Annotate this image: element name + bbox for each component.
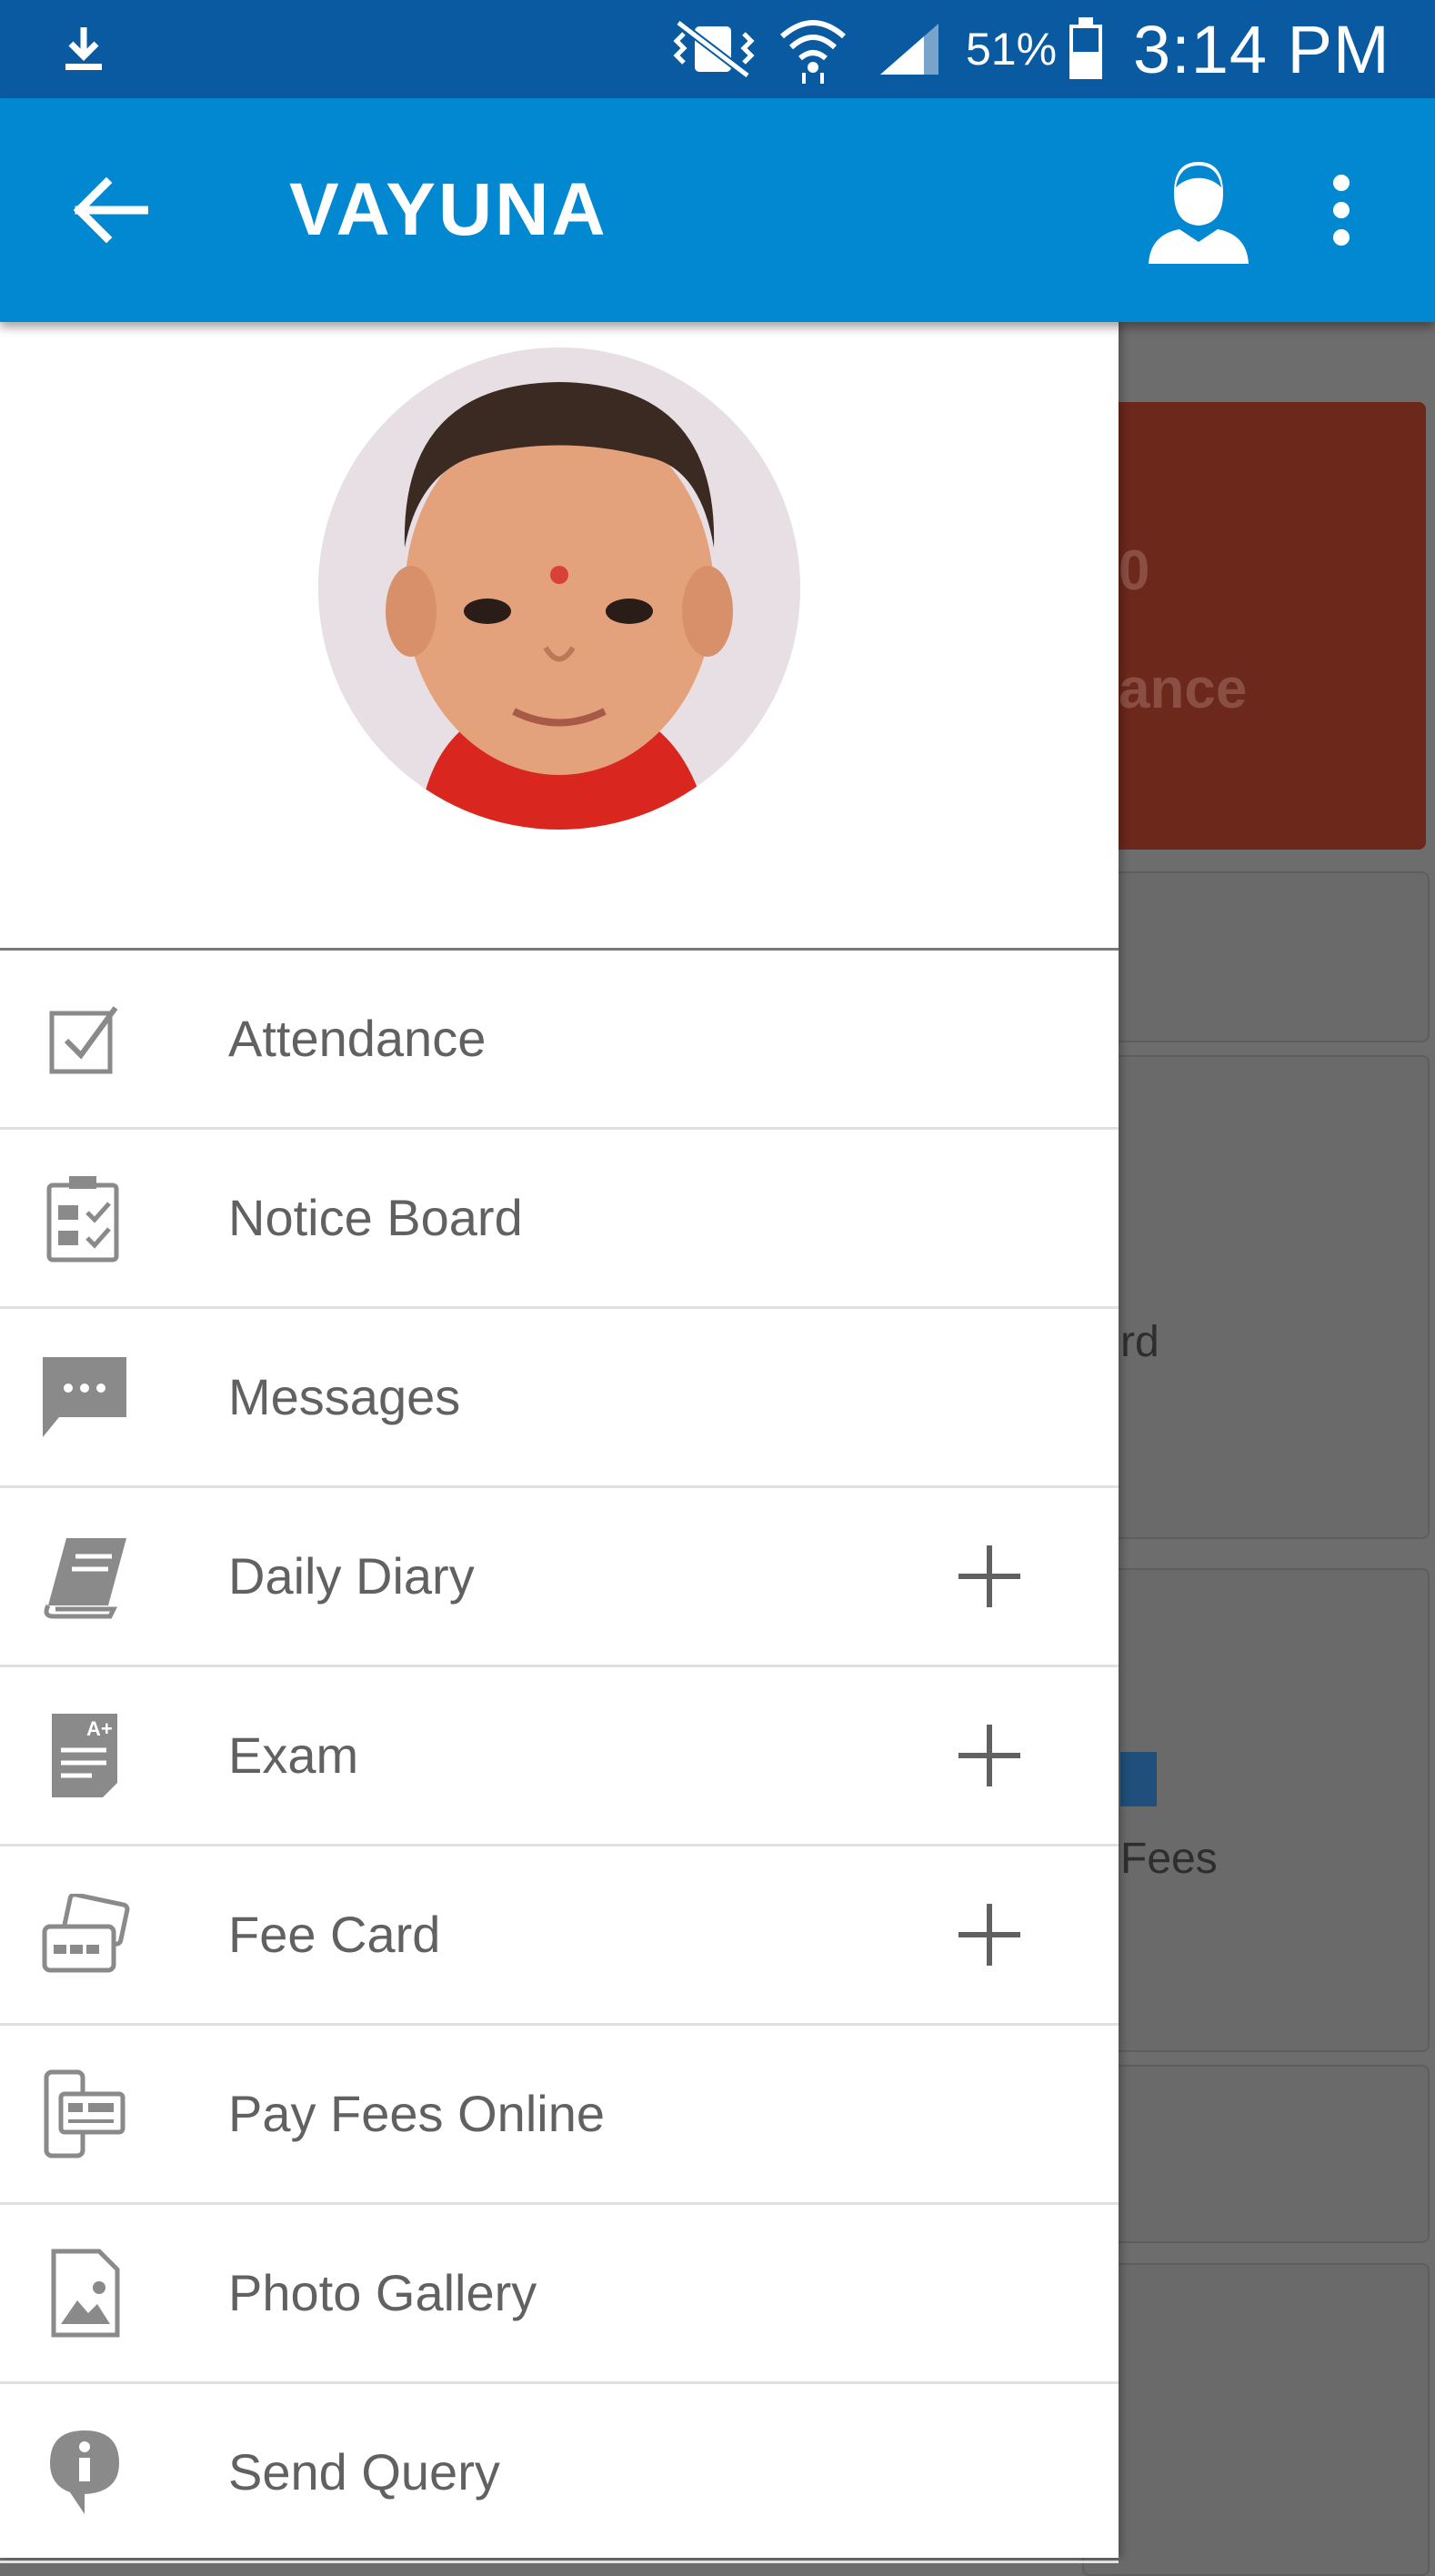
background-card-5[interactable] [1082, 2065, 1430, 2243]
notice-board-card[interactable]: rd [1082, 1055, 1430, 1539]
notice-board-icon [35, 1168, 135, 1268]
app-bar: VAYUNA [0, 98, 1435, 322]
wifi-icon [777, 0, 849, 98]
pay-fees-card-label: Fees [1120, 1835, 1218, 1883]
menu-item-attendance[interactable]: Attendance [0, 951, 1119, 1130]
more-options-icon[interactable] [1310, 98, 1373, 322]
expand-plus-icon[interactable] [953, 1898, 1026, 1971]
back-arrow-icon[interactable] [55, 98, 164, 322]
vibrate-mute-icon [664, 0, 764, 98]
menu-item-label: Messages [228, 1368, 461, 1425]
student-avatar[interactable] [318, 347, 800, 830]
svg-text:A+: A+ [86, 1717, 113, 1740]
status-bar: 51% 3:14 PM [0, 0, 1435, 98]
info-query-icon [35, 2422, 135, 2522]
attendance-card-label: ance [1119, 658, 1248, 720]
fee-card-icon [35, 1885, 135, 1985]
expand-plus-icon[interactable] [953, 1540, 1026, 1613]
menu-item-label: Exam [228, 1726, 359, 1784]
menu-item-label: Fee Card [228, 1906, 441, 1963]
battery-percent: 51% [966, 24, 1058, 75]
drawer-header [0, 322, 1119, 950]
menu-item-photo-gallery[interactable]: Photo Gallery [0, 2205, 1119, 2384]
menu-item-messages[interactable]: Messages [0, 1309, 1119, 1488]
expand-plus-icon[interactable] [953, 1719, 1026, 1792]
pay-fees-card[interactable]: Fees [1082, 1568, 1430, 2052]
check-square-icon [35, 989, 135, 1089]
pay-online-icon [35, 2064, 135, 2164]
app-title: VAYUNA [289, 168, 608, 251]
menu-item-send-query[interactable]: Send Query [0, 2384, 1119, 2563]
clock: 3:14 PM [1133, 11, 1390, 87]
download-icon [56, 0, 111, 98]
menu-item-label: Send Query [228, 2443, 500, 2501]
menu-item-label: Photo Gallery [228, 2264, 537, 2321]
menu-item-pay-fees-online[interactable]: Pay Fees Online [0, 2026, 1119, 2205]
battery-icon [1066, 0, 1106, 98]
diary-book-icon [35, 1526, 135, 1626]
attendance-card[interactable]: 0 ance [1082, 402, 1426, 850]
drawer-menu: Attendance Notice Board Messages Daily D… [0, 951, 1119, 2563]
exam-sheet-icon: A+ [35, 1706, 135, 1806]
menu-item-exam[interactable]: A+ Exam [0, 1667, 1119, 1846]
photo-gallery-icon [35, 2243, 135, 2343]
menu-item-label: Attendance [228, 1010, 487, 1067]
message-icon [35, 1347, 135, 1447]
menu-item-fee-card[interactable]: Fee Card [0, 1846, 1119, 2026]
signal-icon [877, 0, 942, 98]
background-card-6[interactable] [1082, 2263, 1430, 2576]
navigation-drawer: Attendance Notice Board Messages Daily D… [0, 322, 1119, 2563]
profile-icon[interactable] [1135, 98, 1262, 322]
notice-board-card-label: rd [1120, 1318, 1159, 1366]
menu-item-label: Notice Board [228, 1189, 523, 1246]
menu-item-label: Daily Diary [228, 1547, 475, 1605]
background-card-2[interactable] [1082, 871, 1430, 1042]
pay-fees-card-icon [1120, 1752, 1157, 1806]
menu-item-daily-diary[interactable]: Daily Diary [0, 1488, 1119, 1667]
attendance-card-value: 0 [1119, 539, 1150, 602]
menu-item-notice-board[interactable]: Notice Board [0, 1130, 1119, 1309]
menu-item-label: Pay Fees Online [228, 2085, 605, 2142]
